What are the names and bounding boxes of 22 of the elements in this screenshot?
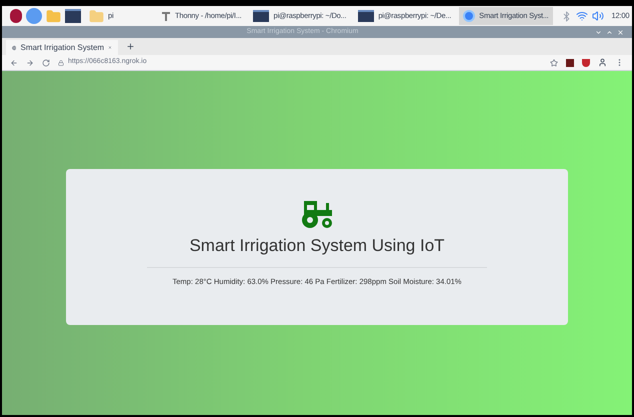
- terminal-icon: [253, 10, 270, 22]
- volume-icon[interactable]: [592, 10, 604, 22]
- folder-icon: [89, 8, 104, 24]
- tractor-icon: [300, 199, 334, 229]
- thonny-icon: [161, 11, 171, 21]
- close-icon[interactable]: [617, 28, 624, 36]
- terminal-icon: [358, 10, 374, 22]
- minimize-icon[interactable]: [595, 28, 602, 36]
- maximize-icon[interactable]: [606, 28, 613, 36]
- forward-icon[interactable]: [26, 58, 34, 66]
- new-tab-icon[interactable]: [126, 42, 135, 51]
- reload-icon[interactable]: [42, 58, 50, 66]
- browser-icon: [463, 10, 476, 22]
- back-icon[interactable]: [10, 58, 18, 66]
- profile-icon[interactable]: [598, 58, 607, 67]
- browser-tab[interactable]: Smart Irrigation System: [6, 40, 118, 55]
- bookmark-icon[interactable]: [550, 58, 558, 66]
- shield-icon[interactable]: [582, 58, 590, 66]
- bluetooth-icon[interactable]: [560, 10, 572, 22]
- lock-icon: [58, 60, 64, 66]
- card-heading: Smart Irrigation System Using IoT: [189, 235, 445, 257]
- terminal-icon[interactable]: [65, 9, 81, 23]
